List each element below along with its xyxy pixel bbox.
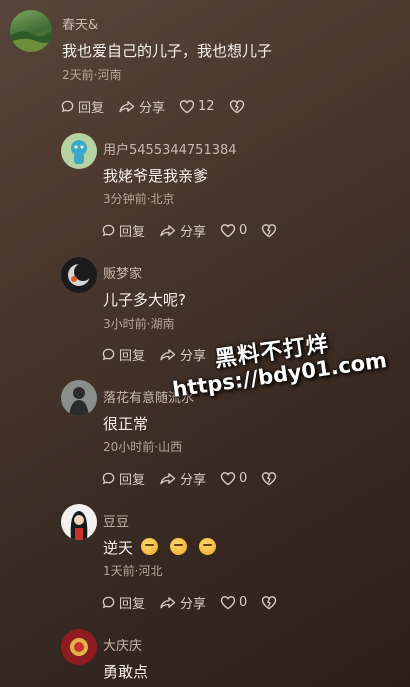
avatar[interactable] <box>61 133 97 169</box>
avatar[interactable] <box>10 10 52 52</box>
dislike-heart-icon <box>229 99 244 113</box>
comment-username[interactable]: 大庆庆 <box>103 635 142 654</box>
comment-actions: 回复 分享 0 <box>101 220 294 240</box>
like-count: 0 <box>239 470 248 486</box>
reply-button[interactable]: 回复 <box>101 593 145 612</box>
like-button[interactable]: 12 <box>179 99 215 114</box>
comment-username[interactable]: 贩梦家 <box>103 263 142 282</box>
reply-label: 回复 <box>119 472 146 488</box>
avatar-moon-icon <box>68 263 92 286</box>
comment-actions: 回复 分享 12 <box>60 96 262 116</box>
reply-button[interactable]: 回复 <box>60 97 104 116</box>
dislike-button[interactable] <box>261 223 280 238</box>
reply-button[interactable]: 回复 <box>101 469 145 488</box>
comment-username[interactable]: 春天& <box>62 14 98 33</box>
dislike-button[interactable] <box>261 471 280 486</box>
comment-text-content: 逆天 <box>103 539 134 557</box>
like-button[interactable]: 0 <box>220 223 247 238</box>
avatar[interactable] <box>61 504 97 540</box>
share-label: 分享 <box>180 224 207 240</box>
comment-text: 勇敢点 <box>103 663 149 681</box>
heart-icon <box>220 595 236 609</box>
share-label: 分享 <box>180 596 207 612</box>
comment-meta: 20小时前·山西 <box>103 440 183 454</box>
dislike-heart-icon <box>262 223 277 237</box>
comment-text: 我姥爷是我亲爹 <box>103 167 209 185</box>
avatar-person-icon <box>69 387 89 416</box>
reply-icon <box>102 472 115 484</box>
comment-actions: 回复 分享 0 <box>101 592 294 612</box>
share-button[interactable]: 分享 <box>118 97 165 116</box>
watermark: 黑料不打烊 https://bdy01.com <box>168 325 388 402</box>
share-button[interactable]: 分享 <box>159 469 206 488</box>
dislike-heart-icon <box>262 471 277 485</box>
reply-label: 回复 <box>119 596 146 612</box>
reply-icon <box>61 100 74 112</box>
share-icon <box>160 224 176 236</box>
comment-actions: 回复 分享 0 <box>101 468 294 488</box>
like-count: 0 <box>239 594 248 610</box>
reply-label: 回复 <box>119 224 146 240</box>
share-button[interactable]: 分享 <box>159 593 206 612</box>
thinking-emoji <box>170 538 188 555</box>
reply-icon <box>102 348 115 360</box>
share-button[interactable]: 分享 <box>159 221 206 240</box>
share-icon <box>160 596 176 608</box>
comment-meta: 2天前·河南 <box>62 68 122 82</box>
reply-label: 回复 <box>119 348 146 364</box>
reply-icon <box>102 596 115 608</box>
avatar-festive-icon <box>70 638 88 656</box>
thinking-emoji <box>141 538 159 555</box>
reply-icon <box>102 224 115 236</box>
comment-text: 我也爱自己的儿子，我也想儿子 <box>62 42 273 60</box>
reply-button[interactable]: 回复 <box>101 221 145 240</box>
dislike-button[interactable] <box>229 99 248 114</box>
share-icon <box>160 472 176 484</box>
share-icon <box>119 100 135 112</box>
avatar[interactable] <box>61 629 97 665</box>
heart-icon <box>220 223 236 237</box>
like-count: 0 <box>239 222 248 238</box>
thinking-emoji <box>199 538 217 555</box>
comment-text: 儿子多大呢? <box>103 291 186 309</box>
avatar[interactable] <box>61 257 97 293</box>
comment-meta: 3小时前·湖南 <box>103 317 175 331</box>
reply-button[interactable]: 回复 <box>101 345 145 364</box>
share-label: 分享 <box>139 100 166 116</box>
like-button[interactable]: 0 <box>220 595 247 610</box>
heart-icon <box>220 471 236 485</box>
dislike-heart-icon <box>262 595 277 609</box>
comment-meta: 1天前·河北 <box>103 564 163 578</box>
comment-text: 逆天 <box>103 537 217 558</box>
reply-label: 回复 <box>78 100 105 116</box>
avatar-cartoon-icon <box>71 140 87 164</box>
avatar-landscape-icon <box>10 30 52 52</box>
comment-meta: 3分钟前·北京 <box>103 192 175 206</box>
comment-username[interactable]: 用户5455344751384 <box>103 139 237 158</box>
dislike-button[interactable] <box>261 595 280 610</box>
avatar-portrait-icon <box>70 511 88 540</box>
comment-username[interactable]: 豆豆 <box>103 511 129 530</box>
heart-icon <box>179 99 195 113</box>
like-button[interactable]: 0 <box>220 471 247 486</box>
comment-text: 很正常 <box>103 415 149 433</box>
avatar[interactable] <box>61 380 97 416</box>
like-count: 12 <box>198 98 215 114</box>
share-label: 分享 <box>180 472 207 488</box>
